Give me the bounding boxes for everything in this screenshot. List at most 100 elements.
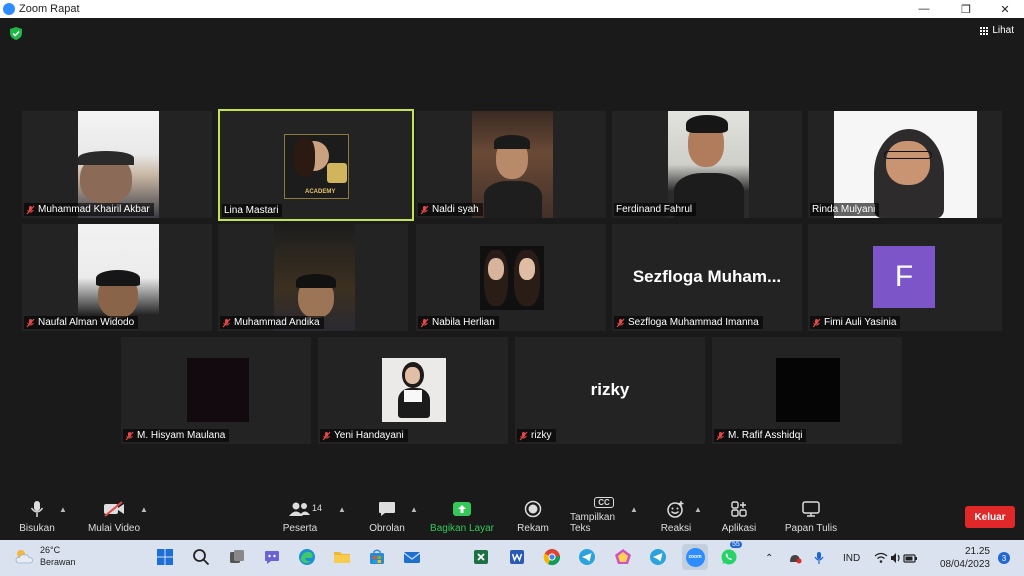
telegram-icon xyxy=(579,549,595,565)
grid-view-icon xyxy=(980,26,989,35)
participant-nameplate: rizky xyxy=(517,429,556,442)
microphone-tray-button[interactable] xyxy=(814,540,824,576)
whatsapp-icon xyxy=(721,549,737,565)
participant-profile-picture xyxy=(382,358,446,422)
close-button[interactable]: ✕ xyxy=(985,0,1024,18)
video-tile[interactable]: Yeni Handayani xyxy=(318,337,508,444)
apps-button[interactable]: Aplikasi xyxy=(718,496,760,540)
participant-video xyxy=(78,224,159,331)
participants-options-caret[interactable]: ▲ xyxy=(338,505,346,514)
share-screen-button[interactable]: Bagikan Layar xyxy=(430,496,494,540)
weather-widget[interactable]: 26°C Berawan xyxy=(14,544,76,568)
participant-video xyxy=(472,111,553,218)
video-tile[interactable]: Rinda Mulyani xyxy=(808,111,1002,218)
participant-nameplate: Naldi syah xyxy=(418,203,483,216)
task-view-button[interactable] xyxy=(226,546,248,568)
encryption-shield-icon[interactable] xyxy=(10,27,22,40)
mail-button[interactable] xyxy=(401,546,423,568)
participant-nameplate: Yeni Handayani xyxy=(320,429,408,442)
leave-meeting-button[interactable]: Keluar xyxy=(965,506,1015,528)
video-tile[interactable]: M. Hisyam Maulana xyxy=(121,337,311,444)
view-button[interactable]: Lihat xyxy=(980,25,1014,36)
title-bar: Zoom Rapat — ❐ ✕ xyxy=(0,0,1024,18)
weather-temperature: 26°C xyxy=(40,545,61,555)
mute-button[interactable]: Bisukan xyxy=(14,496,60,540)
whiteboard-button[interactable]: Papan Tulis xyxy=(782,496,840,540)
language-indicator[interactable]: IND xyxy=(843,540,860,576)
participant-nameplate: Rinda Mulyani xyxy=(810,203,880,216)
muted-mic-icon xyxy=(519,431,528,440)
muted-mic-icon xyxy=(812,318,821,327)
record-button[interactable]: Rekam xyxy=(514,496,552,540)
telegram-icon xyxy=(650,549,666,565)
muted-mic-icon xyxy=(322,431,331,440)
captions-options-caret[interactable]: ▲ xyxy=(630,505,638,514)
video-tile[interactable]: Muhammad Khairil Akbar xyxy=(22,111,212,218)
video-options-caret[interactable]: ▲ xyxy=(140,505,148,514)
chat-button[interactable]: Obrolan xyxy=(366,496,408,540)
minimize-button[interactable]: — xyxy=(904,0,944,18)
participant-nameplate: Ferdinand Fahrul xyxy=(614,203,697,216)
participant-video xyxy=(834,111,977,218)
chrome-button[interactable] xyxy=(541,546,563,568)
participant-nameplate: Fimi Auli Yasinia xyxy=(810,316,901,329)
participant-nameplate: Muhammad Khairil Akbar xyxy=(24,203,154,216)
zoom-taskbar-button[interactable]: zoom xyxy=(682,544,708,570)
teams-chat-button[interactable] xyxy=(261,546,283,568)
chat-options-caret[interactable]: ▲ xyxy=(410,505,418,514)
video-tile[interactable]: Nabila Herlian xyxy=(416,224,606,331)
network-sound-battery[interactable] xyxy=(874,540,918,576)
video-tile[interactable]: Naufal Alman Widodo xyxy=(22,224,212,331)
video-tile[interactable]: rizky rizky xyxy=(515,337,705,444)
notification-badge[interactable]: 3 xyxy=(998,552,1010,564)
record-icon xyxy=(524,500,542,518)
whatsapp-button[interactable]: 55 xyxy=(718,541,742,568)
word-button[interactable] xyxy=(506,546,528,568)
participant-nameplate: M. Rafif Asshidqi xyxy=(714,429,807,442)
muted-mic-icon xyxy=(616,318,625,327)
video-tile[interactable]: F Fimi Auli Yasinia xyxy=(808,224,1002,331)
video-tile[interactable]: M. Rafif Asshidqi xyxy=(712,337,902,444)
file-explorer-button[interactable] xyxy=(331,546,353,568)
video-tile[interactable]: Sezfloga Muham... Sezfloga Muhammad Iman… xyxy=(612,224,802,331)
maximize-button[interactable]: ❐ xyxy=(946,0,986,18)
video-tile-active-speaker[interactable]: ACADEMY Lina Mastari xyxy=(218,109,414,221)
tray-status-icon xyxy=(790,555,802,564)
participant-display-name: rizky xyxy=(590,380,630,399)
photos-button[interactable] xyxy=(612,546,634,568)
show-captions-button[interactable]: CC Tampilkan Teks xyxy=(570,496,638,540)
weather-description: Berawan xyxy=(40,557,76,567)
teams-chat-icon xyxy=(265,551,279,564)
tray-app-icon[interactable] xyxy=(788,540,802,576)
word-icon xyxy=(510,550,524,564)
search-icon xyxy=(193,549,210,566)
microphone-tray-icon xyxy=(814,552,824,564)
participant-profile-picture xyxy=(776,358,840,422)
muted-mic-icon xyxy=(26,318,35,327)
meeting-gallery: Lihat Muhammad Khairil Akbar ACADEMY Lin… xyxy=(0,18,1024,496)
system-clock[interactable]: 21.25 08/04/2023 xyxy=(940,545,990,571)
video-tile[interactable]: Muhammad Andika xyxy=(218,224,408,331)
start-video-button[interactable]: Mulai Video xyxy=(84,496,144,540)
windows-taskbar: 26°C Berawan zoom 55 ⌃ IND 21.25 08/04/2… xyxy=(0,540,1024,576)
reactions-button[interactable]: Reaksi xyxy=(658,496,694,540)
participant-nameplate: Lina Mastari xyxy=(222,204,283,217)
apps-icon xyxy=(731,501,747,517)
participant-profile-picture: ACADEMY xyxy=(284,134,349,199)
participant-nameplate: Nabila Herlian xyxy=(418,316,499,329)
telegram-button[interactable] xyxy=(576,546,598,568)
edge-browser-button[interactable] xyxy=(296,546,318,568)
mute-options-caret[interactable]: ▲ xyxy=(59,505,67,514)
video-tile[interactable]: Naldi syah xyxy=(416,111,606,218)
show-hidden-icons-button[interactable]: ⌃ xyxy=(765,540,773,576)
participant-video xyxy=(668,111,749,218)
reactions-options-caret[interactable]: ▲ xyxy=(694,505,702,514)
telegram-desktop-button[interactable] xyxy=(647,546,669,568)
start-menu-button[interactable] xyxy=(154,546,176,568)
microsoft-store-button[interactable] xyxy=(366,546,388,568)
search-button[interactable] xyxy=(190,546,212,568)
store-bag-icon xyxy=(370,549,384,564)
muted-mic-icon xyxy=(222,318,231,327)
excel-button[interactable] xyxy=(470,546,492,568)
video-tile[interactable]: Ferdinand Fahrul xyxy=(612,111,802,218)
